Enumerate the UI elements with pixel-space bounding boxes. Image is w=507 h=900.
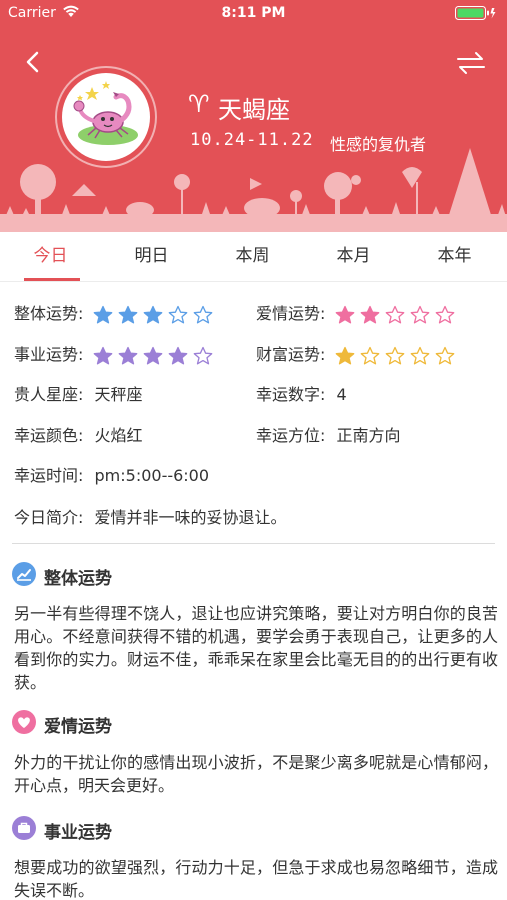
clock-label: 8:11 PM bbox=[221, 5, 286, 21]
lucky-number-value: 4 bbox=[336, 385, 347, 404]
lucky-time-value: pm:5:00--6:00 bbox=[94, 466, 210, 485]
noble-sign-label: 贵人星座: bbox=[14, 385, 84, 404]
overall-fortune-row: 整体运势: bbox=[14, 300, 218, 325]
switch-sign-button[interactable] bbox=[455, 50, 487, 76]
noble-sign-value: 天秤座 bbox=[94, 385, 143, 404]
overall-star-rating bbox=[93, 304, 218, 325]
chart-icon bbox=[12, 562, 36, 586]
lucky-number-row: 幸运数字: 4 bbox=[256, 381, 347, 405]
active-tab-indicator bbox=[24, 278, 80, 281]
tab-this-week[interactable]: 本周 bbox=[202, 232, 303, 282]
zodiac-sign-name: 天蝎座 bbox=[218, 96, 290, 124]
career-fortune-title: 事业运势 bbox=[44, 823, 112, 843]
star-empty-icon bbox=[168, 305, 187, 324]
star-filled-icon bbox=[118, 305, 137, 324]
overall-fortune-text: 另一半有些得理不饶人，退让也应讲究策略，要让对方明白你的良苦用心。不经意间获得不… bbox=[14, 604, 498, 692]
back-button[interactable] bbox=[20, 48, 48, 76]
love-fortune-title: 爱情运势 bbox=[44, 717, 112, 737]
star-filled-icon bbox=[93, 305, 112, 324]
lucky-color-row: 幸运颜色: 火焰红 bbox=[14, 422, 143, 446]
star-empty-icon bbox=[410, 346, 429, 365]
star-empty-icon bbox=[360, 346, 379, 365]
star-empty-icon bbox=[410, 305, 429, 324]
tab-tomorrow[interactable]: 明日 bbox=[101, 232, 202, 282]
daily-summary-row: 今日简介: 爱情并非一味的妥协退让。 bbox=[14, 504, 287, 528]
lucky-direction-label: 幸运方位: bbox=[256, 426, 326, 445]
star-empty-icon bbox=[385, 346, 404, 365]
star-empty-icon bbox=[435, 305, 454, 324]
lucky-time-label: 幸运时间: bbox=[14, 466, 84, 485]
career-fortune-label: 事业运势: bbox=[14, 345, 84, 364]
briefcase-icon bbox=[12, 816, 36, 840]
star-empty-icon bbox=[385, 305, 404, 324]
section-divider bbox=[12, 543, 495, 544]
star-filled-icon bbox=[335, 346, 354, 365]
career-fortune-row: 事业运势: bbox=[14, 341, 218, 366]
lucky-number-label: 幸运数字: bbox=[256, 385, 326, 404]
tab-this-year[interactable]: 本年 bbox=[404, 232, 505, 282]
wealth-fortune-label: 财富运势: bbox=[256, 345, 326, 364]
overall-fortune-title: 整体运势 bbox=[44, 569, 112, 589]
period-tabs: 今日 明日 本周 本月 本年 bbox=[0, 232, 507, 282]
love-fortune-text: 外力的干扰让你的感情出现小波折，不是聚少离多呢就是心情郁闷，开心点，明天会更好。 bbox=[14, 753, 498, 795]
daily-summary-value: 爱情并非一味的妥协退让。 bbox=[94, 508, 287, 527]
wealth-fortune-row: 财富运势: bbox=[256, 341, 460, 366]
zodiac-header: Carrier 8:11 PM ♈ 天蝎座 10.24-11.22 性感的复仇者 bbox=[0, 0, 507, 232]
tab-this-month[interactable]: 本月 bbox=[303, 232, 404, 282]
love-fortune-label: 爱情运势: bbox=[256, 304, 326, 323]
star-filled-icon bbox=[168, 346, 187, 365]
career-fortune-text: 想要成功的欲望强烈，行动力十足，但急于求成也易忽略细节，造成失误不断。 bbox=[14, 858, 498, 900]
lucky-direction-row: 幸运方位: 正南方向 bbox=[256, 422, 401, 446]
battery-icon bbox=[455, 6, 497, 20]
love-fortune-row: 爱情运势: bbox=[256, 300, 460, 325]
noble-sign-row: 贵人星座: 天秤座 bbox=[14, 381, 143, 405]
overall-fortune-label: 整体运势: bbox=[14, 304, 84, 323]
star-empty-icon bbox=[435, 346, 454, 365]
daily-summary-label: 今日简介: bbox=[14, 508, 84, 527]
tab-today[interactable]: 今日 bbox=[0, 232, 101, 282]
scenery-decoration bbox=[0, 148, 507, 232]
star-filled-icon bbox=[143, 346, 162, 365]
switch-arrows-icon bbox=[457, 52, 485, 74]
zodiac-symbol: ♈ bbox=[188, 90, 210, 118]
star-empty-icon bbox=[193, 305, 212, 324]
star-filled-icon bbox=[118, 346, 137, 365]
career-star-rating bbox=[93, 345, 218, 366]
wealth-star-rating bbox=[335, 345, 460, 366]
star-filled-icon bbox=[360, 305, 379, 324]
lucky-color-label: 幸运颜色: bbox=[14, 426, 84, 445]
lucky-direction-value: 正南方向 bbox=[336, 426, 401, 445]
love-star-rating bbox=[335, 304, 460, 325]
lucky-time-row: 幸运时间: pm:5:00--6:00 bbox=[14, 462, 209, 486]
star-empty-icon bbox=[193, 346, 212, 365]
star-filled-icon bbox=[143, 305, 162, 324]
heart-icon bbox=[12, 710, 36, 734]
back-chevron-icon bbox=[26, 51, 39, 73]
star-filled-icon bbox=[335, 305, 354, 324]
status-bar: Carrier 8:11 PM bbox=[0, 0, 507, 28]
star-filled-icon bbox=[93, 346, 112, 365]
lucky-color-value: 火焰红 bbox=[94, 426, 143, 445]
